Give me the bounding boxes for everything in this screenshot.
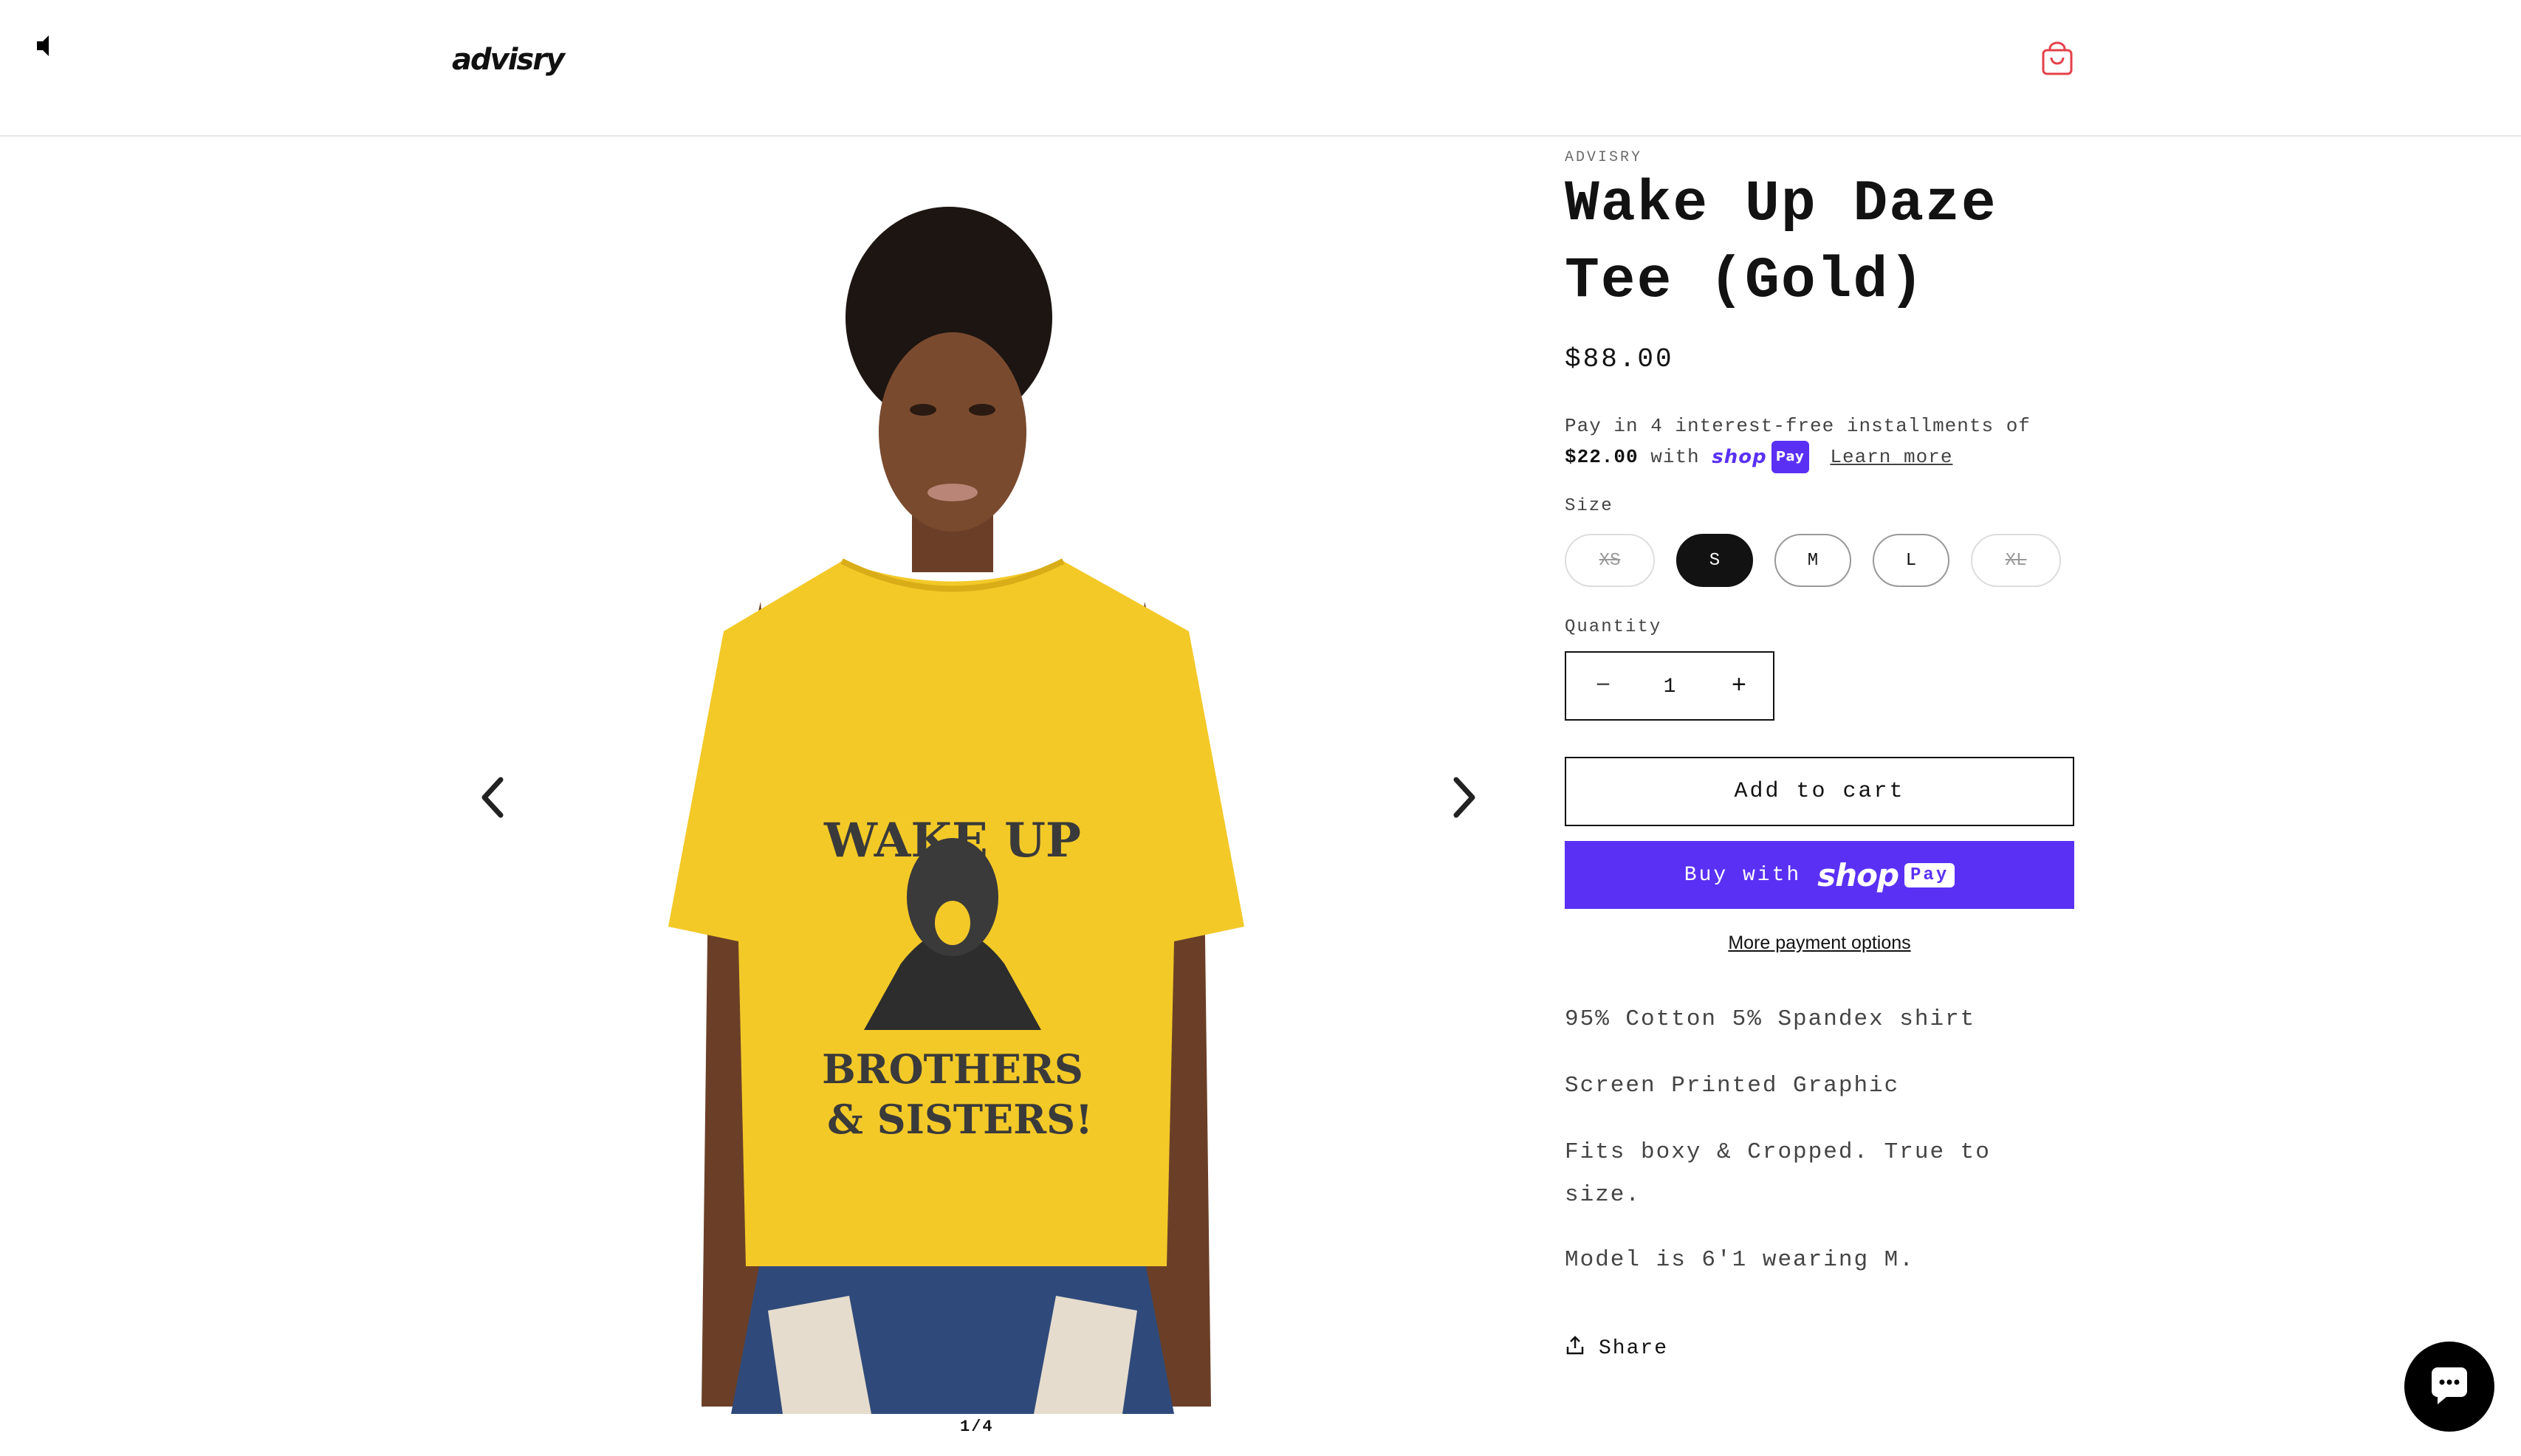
size-option-xl[interactable]: XL bbox=[1971, 534, 2061, 587]
pay-badge: Pay bbox=[1904, 862, 1955, 887]
chevron-right-icon[interactable] bbox=[1440, 768, 1484, 827]
size-option-xs[interactable]: XS bbox=[1565, 534, 1655, 587]
installment-amount: $22.00 bbox=[1565, 445, 1639, 468]
chat-icon[interactable] bbox=[2404, 1342, 2494, 1432]
shirt-print-bottom-2: & SISTERS! bbox=[827, 1096, 1093, 1143]
site-header bbox=[0, 0, 2521, 137]
buy-with-label: Buy with bbox=[1684, 863, 1802, 887]
product-price: $88.00 bbox=[1565, 344, 1674, 374]
shirt-print-top: WAKE UP bbox=[823, 813, 1081, 868]
quantity-input[interactable]: 1 bbox=[1640, 666, 1699, 707]
site-logo[interactable]: advisry bbox=[452, 43, 565, 77]
product-title: Wake Up Daze Tee (Gold) bbox=[1565, 166, 2082, 320]
product-title-line-2: Tee (Gold) bbox=[1565, 249, 1926, 314]
speaker-muted-icon[interactable] bbox=[32, 31, 62, 61]
description-fit: Fits boxy & Cropped. True to size. bbox=[1565, 1139, 1991, 1208]
add-to-cart-button[interactable]: Add to cart bbox=[1565, 757, 2074, 826]
quantity-increase-button[interactable]: + bbox=[1718, 666, 1760, 707]
quantity-stepper: − 1 + bbox=[1565, 651, 1774, 721]
learn-more-link[interactable]: Learn more bbox=[1830, 446, 1952, 468]
shirt-print-bottom-1: BROTHERS bbox=[822, 1045, 1083, 1093]
more-payment-options-link[interactable]: More payment options bbox=[1565, 933, 2074, 954]
shopping-bag-icon[interactable] bbox=[2040, 41, 2075, 77]
description-graphic: Screen Printed Graphic bbox=[1565, 1073, 1900, 1099]
shop-word: shop bbox=[1817, 856, 1899, 893]
pay-badge: Pay bbox=[1771, 441, 1809, 473]
description-model: Model is 6'1 wearing M. bbox=[1565, 1247, 1915, 1273]
product-vendor: ADVISRY bbox=[1565, 149, 1643, 166]
size-option-l[interactable]: L bbox=[1873, 534, 1949, 587]
product-image[interactable]: WAKE UP BROTHERS & SISTERS! bbox=[657, 188, 1322, 1414]
share-button[interactable]: Share bbox=[1565, 1335, 1668, 1362]
product-title-line-1: Wake Up Daze bbox=[1565, 172, 1997, 237]
size-option-m[interactable]: M bbox=[1774, 534, 1851, 587]
share-label: Share bbox=[1599, 1337, 1669, 1360]
shop-word: shop bbox=[1712, 446, 1767, 468]
installments-line: Pay in 4 interest-free installments of bbox=[1565, 415, 2031, 437]
size-option-s[interactable]: S bbox=[1676, 534, 1753, 587]
slide-counter: 1/4 bbox=[960, 1418, 994, 1436]
installment-with: with bbox=[1650, 445, 1700, 468]
shop-pay-logo: shop Pay bbox=[1712, 441, 1809, 473]
size-label: Size bbox=[1565, 496, 1613, 516]
quantity-decrease-button[interactable]: − bbox=[1582, 666, 1624, 707]
product-gallery: WAKE UP BROTHERS & SISTERS! 1/4 bbox=[473, 137, 1492, 1456]
quantity-label: Quantity bbox=[1565, 617, 1662, 637]
share-icon bbox=[1565, 1335, 1585, 1362]
buy-with-shop-pay-button[interactable]: Buy with shop Pay bbox=[1565, 841, 2074, 909]
description-material: 95% Cotton 5% Spandex shirt bbox=[1565, 1006, 1976, 1032]
installments-note: Pay in 4 interest-free installments of $… bbox=[1565, 411, 2082, 473]
chevron-left-icon[interactable] bbox=[473, 768, 517, 827]
